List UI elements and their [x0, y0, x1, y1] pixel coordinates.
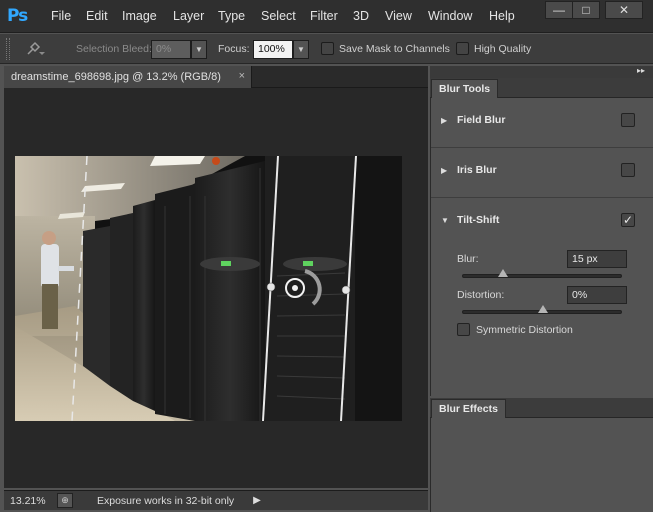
server-room-photo	[15, 156, 402, 421]
tilt-shift-checkbox[interactable]: ✓	[621, 213, 635, 227]
distortion-slider[interactable]	[462, 305, 622, 314]
status-message: Exposure works in 32-bit only	[97, 495, 235, 507]
menu-3d[interactable]: 3D	[353, 9, 369, 23]
menu-filter[interactable]: Filter	[310, 9, 338, 23]
blur-slider[interactable]	[462, 269, 622, 278]
zoom-level[interactable]: 13.21%	[10, 495, 46, 507]
focus-field[interactable]: 100%	[253, 40, 293, 59]
high-quality-label: High Quality	[474, 43, 532, 55]
symmetric-distortion-label: Symmetric Distortion	[476, 324, 573, 336]
distortion-label: Distortion:	[457, 289, 505, 301]
menu-edit[interactable]: Edit	[86, 9, 108, 23]
menu-view[interactable]: View	[385, 9, 412, 23]
distortion-slider-thumb[interactable]	[538, 305, 548, 313]
status-bar: 13.21% ⊕ Exposure works in 32-bit only ▶	[4, 490, 428, 510]
document-tab-title: dreamstime_698698.jpg @ 13.2% (RGB/8)	[11, 71, 221, 83]
menu-type[interactable]: Type	[218, 9, 245, 23]
close-button[interactable]: ✕	[605, 1, 643, 19]
blur-tools-panel: ▶ Field Blur ▶ Iris Blur ▼ Tilt-Shift ✓ …	[430, 98, 653, 396]
tab-blur-tools[interactable]: Blur Tools	[431, 79, 499, 98]
iris-blur-checkbox[interactable]	[621, 163, 635, 177]
blur-label: Blur:	[457, 253, 479, 265]
menu-window[interactable]: Window	[428, 9, 472, 23]
document-image[interactable]	[15, 156, 402, 421]
expand-triangle-icon[interactable]: ▶	[441, 116, 447, 125]
maximize-button[interactable]: □	[572, 1, 600, 19]
pin-tool-icon[interactable]	[24, 38, 45, 60]
focus-dropdown[interactable]: ▼	[293, 40, 309, 59]
menu-help[interactable]: Help	[489, 9, 515, 23]
distortion-value-field[interactable]: 0%	[567, 286, 627, 304]
photoshop-logo: Ps	[7, 6, 28, 26]
document-tab[interactable]: dreamstime_698698.jpg @ 13.2% (RGB/8) ×	[4, 66, 252, 88]
collapse-icon[interactable]: ▸▸	[637, 66, 645, 75]
share-icon[interactable]: ⊕	[57, 493, 73, 508]
selection-bleed-dropdown[interactable]: ▼	[191, 40, 207, 59]
close-icon[interactable]: ×	[239, 70, 245, 82]
symmetric-distortion-checkbox[interactable]	[457, 323, 470, 336]
selection-bleed-field[interactable]: 0%	[151, 40, 191, 59]
save-mask-checkbox[interactable]	[321, 42, 334, 55]
section-field-blur[interactable]: ▶ Field Blur	[431, 98, 653, 148]
blur-value-field[interactable]: 15 px	[567, 250, 627, 268]
options-grip[interactable]	[6, 38, 10, 60]
document-tab-bar: dreamstime_698698.jpg @ 13.2% (RGB/8) ×	[4, 66, 428, 88]
menu-image[interactable]: Image	[122, 9, 157, 23]
minimize-button[interactable]: —	[545, 1, 573, 19]
section-iris-blur[interactable]: ▶ Iris Blur	[431, 148, 653, 198]
field-blur-checkbox[interactable]	[621, 113, 635, 127]
close-icon: ✕	[618, 3, 630, 17]
blur-effects-panel-header: Blur Effects	[430, 398, 653, 418]
collapse-triangle-icon[interactable]: ▼	[441, 216, 449, 225]
iris-blur-title: Iris Blur	[457, 164, 497, 176]
field-blur-title: Field Blur	[457, 114, 506, 126]
section-tilt-shift: ▼ Tilt-Shift ✓ Blur: 15 px Distortion: 0…	[431, 198, 653, 348]
chevron-down-icon: ▼	[297, 45, 305, 54]
menu-layer[interactable]: Layer	[173, 9, 204, 23]
blur-slider-thumb[interactable]	[498, 269, 508, 277]
panel-dock-strip: ▸▸	[430, 66, 653, 78]
high-quality-checkbox[interactable]	[456, 42, 469, 55]
selection-bleed-label: Selection Bleed:	[76, 43, 152, 55]
focus-label: Focus:	[218, 43, 250, 55]
tilt-shift-title: Tilt-Shift	[457, 214, 500, 226]
save-mask-label: Save Mask to Channels	[339, 43, 450, 55]
menu-select[interactable]: Select	[261, 9, 296, 23]
checkmark-icon: ✓	[622, 213, 634, 227]
status-menu-arrow-icon[interactable]: ▶	[250, 493, 264, 508]
blur-tools-panel-header: Blur Tools	[430, 78, 653, 98]
expand-triangle-icon[interactable]: ▶	[441, 166, 447, 175]
pin-icon-svg	[27, 41, 45, 55]
menu-file[interactable]: File	[51, 9, 71, 23]
tab-blur-effects[interactable]: Blur Effects	[431, 399, 506, 418]
maximize-icon: □	[582, 3, 590, 17]
menu-bar: Ps File Edit Image Layer Type Select Fil…	[0, 0, 653, 33]
minimize-icon: —	[553, 3, 565, 17]
chevron-down-icon: ▼	[195, 45, 203, 54]
blur-effects-panel	[430, 418, 653, 512]
